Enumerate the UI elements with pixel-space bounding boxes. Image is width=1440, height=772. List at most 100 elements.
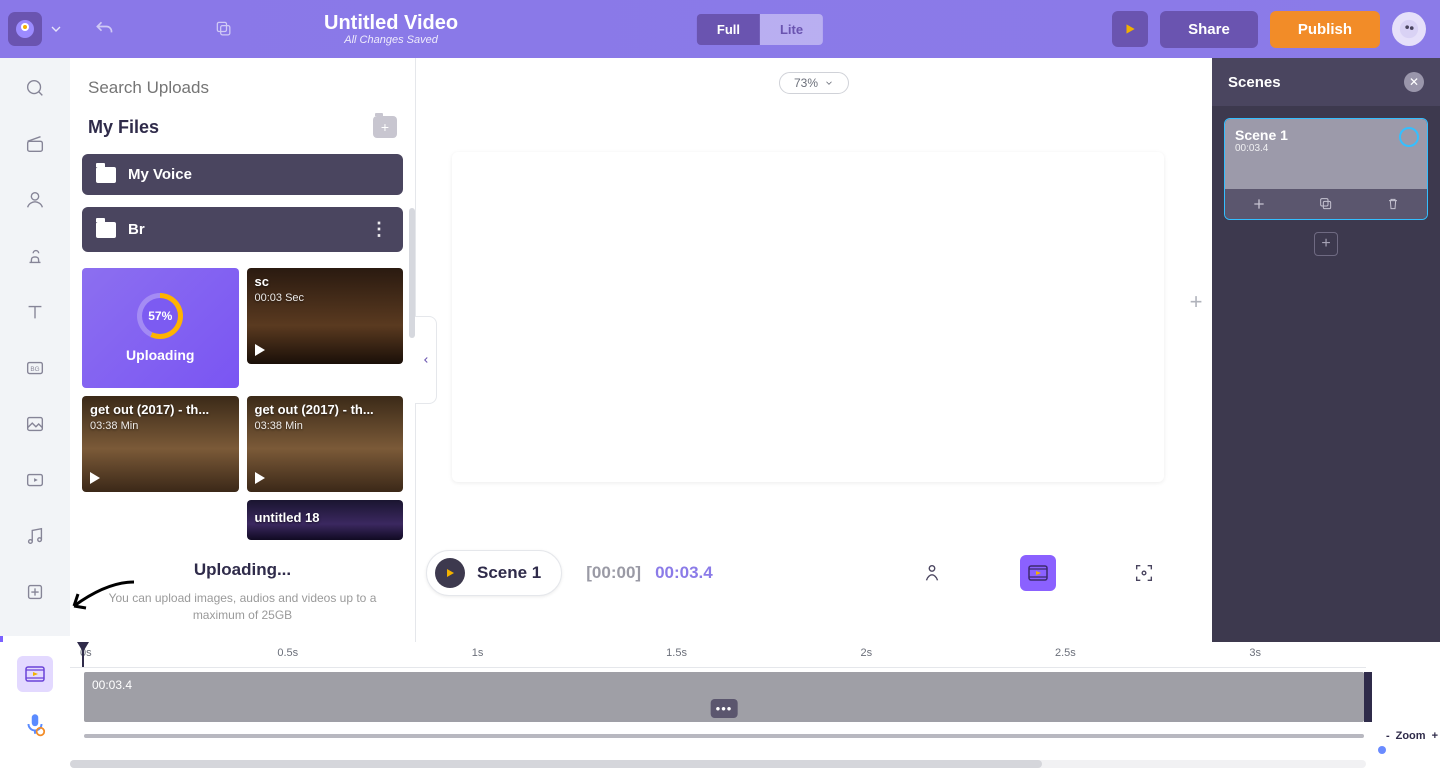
timeline-mic-icon[interactable] — [17, 706, 53, 742]
upload-item[interactable]: get out (2017) - th... 03:38 Min — [82, 396, 239, 492]
bg-icon[interactable]: BG — [19, 352, 51, 384]
timeline-scrollbar[interactable] — [70, 760, 1366, 768]
play-icon — [90, 472, 100, 484]
zoom-in-button[interactable]: + — [1432, 730, 1438, 742]
image-icon[interactable] — [19, 408, 51, 440]
scene-thumbnail: Scene 1 00:03.4 — [1225, 119, 1427, 189]
upload-duration: 03:38 Min — [255, 420, 303, 432]
upload-item[interactable]: get out (2017) - th... 03:38 Min — [247, 396, 404, 492]
timeline-video-track-icon[interactable] — [17, 656, 53, 692]
timeline: 0s 0.5s 1s 1.5s 2s 2.5s 3s 00:03.4 ••• -… — [0, 642, 1440, 772]
scrollbar-thumb[interactable] — [70, 760, 1042, 768]
uploads-panel: My Files + My Voice Br ⋮ 57% Uploading s… — [70, 58, 416, 642]
zoom-slider-thumb[interactable] — [1378, 746, 1386, 754]
upload-title: sc — [255, 274, 396, 289]
video-track: 00:03.4 ••• — [70, 672, 1366, 722]
add-scene-right-button[interactable]: + — [1184, 289, 1208, 313]
upload-title: get out (2017) - th... — [90, 402, 231, 417]
scene-add-button[interactable] — [1250, 195, 1268, 213]
play-button[interactable] — [435, 558, 465, 588]
progress-ring: 57% — [137, 293, 183, 339]
timeline-tracks: 0s 0.5s 1s 1.5s 2s 2.5s 3s 00:03.4 ••• — [70, 642, 1366, 754]
props-icon[interactable] — [19, 240, 51, 272]
undo-icon[interactable] — [94, 19, 114, 39]
copy-icon[interactable] — [214, 19, 234, 39]
time-duration: 00:03.4 — [655, 563, 713, 583]
folder-icon — [96, 167, 116, 183]
folder-label: My Voice — [128, 166, 192, 183]
tutorial-arrow — [66, 576, 136, 616]
upload-item[interactable]: untitled 18 — [247, 500, 404, 540]
timeline-leftbar — [0, 642, 70, 772]
folder-icon — [96, 222, 116, 238]
focus-tool-icon[interactable] — [1126, 555, 1162, 591]
collapse-panel-button[interactable] — [415, 316, 437, 404]
timeline-clip[interactable]: 00:03.4 ••• — [84, 672, 1364, 722]
secondary-track — [70, 728, 1366, 744]
app-logo[interactable] — [8, 12, 42, 46]
add-folder-button[interactable]: + — [373, 116, 397, 138]
scene-duplicate-button[interactable] — [1317, 195, 1335, 213]
close-icon[interactable]: ✕ — [1404, 72, 1424, 92]
canvas-area: 73% + — [416, 58, 1212, 544]
time-current: [00:00] — [586, 563, 641, 583]
stage[interactable] — [452, 152, 1164, 482]
video-title[interactable]: Untitled Video — [324, 12, 458, 35]
folder-label: Br — [128, 221, 145, 238]
my-files-heading: My Files — [88, 117, 159, 138]
play-icon — [255, 344, 265, 356]
clip-resize-handle[interactable] — [1364, 672, 1372, 722]
zoom-control: - Zoom + — [1386, 730, 1438, 742]
footer-status: Uploading... — [100, 560, 385, 580]
play-icon — [255, 472, 265, 484]
scene-name: Scene 1 — [1235, 127, 1417, 143]
user-avatar[interactable] — [1392, 12, 1426, 46]
upload-title: get out (2017) - th... — [255, 402, 396, 417]
current-scene-label: Scene 1 — [477, 563, 541, 583]
secondary-clip[interactable] — [84, 734, 1364, 738]
uploading-card: 57% Uploading — [82, 268, 239, 388]
publish-button[interactable]: Publish — [1270, 11, 1380, 48]
music-icon[interactable] — [19, 520, 51, 552]
scene-delete-button[interactable] — [1384, 195, 1402, 213]
folder-my-voice[interactable]: My Voice — [82, 154, 403, 195]
footer-hint: You can upload images, audios and videos… — [100, 590, 385, 624]
effects-icon[interactable] — [19, 576, 51, 608]
save-status: All Changes Saved — [324, 34, 458, 46]
folder-menu-icon[interactable]: ⋮ — [370, 219, 389, 240]
preview-play-button[interactable] — [1112, 11, 1148, 47]
clip-menu-icon[interactable]: ••• — [711, 699, 738, 718]
search-input[interactable] — [88, 78, 397, 98]
scene-time: 00:03.4 — [1235, 143, 1417, 154]
play-pill: Scene 1 — [426, 550, 562, 596]
zoom-out-button[interactable]: - — [1386, 730, 1390, 742]
radio-icon[interactable] — [19, 128, 51, 160]
search-icon[interactable] — [19, 72, 51, 104]
mode-lite-button[interactable]: Lite — [760, 14, 823, 45]
upload-duration: 03:38 Min — [90, 420, 138, 432]
title-block: Untitled Video All Changes Saved — [324, 12, 458, 46]
person-icon[interactable] — [19, 184, 51, 216]
chevron-down-icon[interactable] — [48, 21, 64, 37]
uploading-label: Uploading — [126, 347, 194, 363]
scenes-title: Scenes — [1228, 74, 1281, 91]
mode-full-button[interactable]: Full — [697, 14, 760, 45]
zoom-level[interactable]: 73% — [779, 72, 849, 94]
scenes-panel: Scenes ✕ Scene 1 00:03.4 + — [1212, 58, 1440, 642]
video-icon[interactable] — [19, 464, 51, 496]
timeline-ruler[interactable]: 0s 0.5s 1s 1.5s 2s 2.5s 3s — [70, 642, 1366, 668]
video-tool-icon[interactable] — [1020, 555, 1056, 591]
character-tool-icon[interactable] — [914, 555, 950, 591]
folder-br[interactable]: Br ⋮ — [82, 207, 403, 252]
add-scene-button[interactable]: + — [1314, 232, 1338, 256]
svg-text:BG: BG — [30, 366, 39, 373]
playback-strip: Scene 1 [00:00] 00:03.4 — [416, 544, 1212, 602]
scene-card[interactable]: Scene 1 00:03.4 — [1224, 118, 1428, 220]
uploads-grid: 57% Uploading sc 00:03 Sec get out (2017… — [70, 258, 415, 540]
mode-segmented: Full Lite — [697, 14, 823, 45]
text-icon[interactable] — [19, 296, 51, 328]
top-bar: Untitled Video All Changes Saved Full Li… — [0, 0, 1440, 58]
upload-title: untitled 18 — [255, 510, 396, 525]
upload-item[interactable]: sc 00:03 Sec — [247, 268, 404, 364]
share-button[interactable]: Share — [1160, 11, 1258, 48]
